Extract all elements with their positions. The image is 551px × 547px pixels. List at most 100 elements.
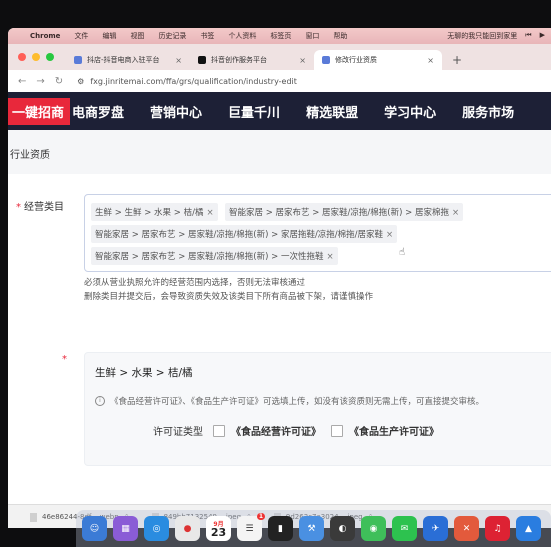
nav-item-learning[interactable]: 学习中心 — [384, 102, 436, 121]
qq-icon[interactable]: ◉ — [361, 516, 386, 541]
finder-icon[interactable]: ☺ — [82, 516, 107, 541]
site-nav: 一键招商 电商罗盘 营销中心 巨量千川 精选联盟 学习中心 服务市场 — [8, 92, 551, 130]
main-content: * 经营类目 生鲜 > 生鲜 > 水果 > 桔/橘 × 智能家居 > 居家布艺 > … — [8, 174, 551, 504]
category-note: 必须从营业执照允许的经营范围内选择，否则无法审核通过 — [84, 278, 306, 288]
qualification-category-title: 生鲜 > 水果 > 桔/橘 — [95, 367, 193, 379]
menu-help[interactable]: 帮助 — [333, 31, 347, 41]
category-tag: 智能家居 > 居家布艺 > 居家鞋/凉拖/棉拖(新) > 家居拖鞋/凉拖/棉拖/… — [91, 225, 398, 243]
now-playing-text: 无聊的我只能回到家里 — [447, 32, 518, 40]
checkbox[interactable] — [331, 424, 343, 437]
notification-badge: 1 — [256, 513, 265, 520]
close-tab-icon[interactable]: × — [299, 56, 306, 65]
media-prev-icon[interactable]: ⏮ — [525, 31, 531, 41]
close-tab-icon[interactable]: × — [427, 56, 434, 65]
doudian-favicon-icon — [74, 56, 82, 64]
reminders-icon[interactable]: ☰ 1 — [237, 513, 265, 541]
tab-title: 抖音创作服务平台 — [211, 56, 267, 64]
permit-option-business[interactable]: 《食品经营许可证》 — [213, 423, 321, 438]
required-marker: * — [62, 354, 67, 365]
permit-option-label: 《食品经营许可证》 — [231, 427, 321, 438]
netease-music-icon[interactable]: ♫ — [485, 516, 510, 541]
url-text: fxg.jinritemai.com/ffa/grs/qualification… — [90, 76, 297, 86]
calendar-icon[interactable]: 9月 23 — [206, 516, 231, 541]
menu-file[interactable]: 文件 — [74, 31, 88, 41]
reload-icon[interactable]: ↻ — [55, 76, 63, 87]
forward-icon[interactable]: → — [36, 76, 44, 87]
permit-type-row: 许可证类型 《食品经营许可证》 《食品生产许可证》 — [153, 423, 439, 438]
app-icon[interactable]: ✈ — [423, 516, 448, 541]
pointer-cursor-icon: ☝ — [399, 247, 406, 258]
browser-toolbar: ← → ↻ ⚙ fxg.jinritemai.com/ffa/grs/quali… — [8, 70, 551, 93]
menu-window[interactable]: 窗口 — [305, 31, 319, 41]
tab-strip: 抖店-抖音电商入驻平台 × 抖音创作服务平台 × 修改行业资质 × + — [8, 44, 551, 70]
close-tab-icon[interactable]: × — [175, 56, 182, 65]
info-icon: i — [95, 396, 105, 406]
qualification-panel: 生鲜 > 水果 > 桔/橘 i 《食品经营许可证》、《食品生产许可证》可选填上传… — [84, 352, 551, 466]
app-icon[interactable]: ▲ — [516, 516, 541, 541]
doudian-favicon-icon — [322, 56, 330, 64]
terminal-icon[interactable]: ▮ — [268, 516, 293, 541]
menu-tabs[interactable]: 标签页 — [270, 31, 291, 41]
site-info-icon[interactable]: ⚙ — [77, 77, 84, 86]
close-window-icon[interactable] — [18, 53, 26, 61]
tag-text: 生鲜 > 生鲜 > 水果 > 桔/橘 — [95, 208, 204, 218]
tab-title: 抖店-抖音电商入驻平台 — [87, 56, 160, 64]
remove-tag-icon[interactable]: × — [326, 252, 333, 262]
page-header: 行业资质 — [8, 130, 551, 175]
address-bar[interactable]: ⚙ fxg.jinritemai.com/ffa/grs/qualificati… — [77, 77, 297, 86]
remove-tag-icon[interactable]: × — [452, 208, 459, 218]
tag-text: 智能家居 > 居家布艺 > 居家鞋/凉拖/棉拖(新) > 家居拖鞋/凉拖/棉拖/… — [95, 230, 384, 240]
category-select[interactable]: 生鲜 > 生鲜 > 水果 > 桔/橘 × 智能家居 > 居家布艺 > 居家鞋/凉拖… — [84, 194, 551, 272]
menu-edit[interactable]: 编辑 — [102, 31, 116, 41]
minimize-window-icon[interactable] — [32, 53, 40, 61]
permit-type-label: 许可证类型 — [153, 427, 203, 438]
tab-industry-edit[interactable]: 修改行业资质 × — [314, 50, 442, 70]
app-icon[interactable]: ◐ — [330, 516, 355, 541]
permit-option-production[interactable]: 《食品生产许可证》 — [331, 423, 439, 438]
calendar-day: 23 — [210, 525, 227, 539]
browser-window: Chrome 文件 编辑 视图 历史记录 书签 个人资料 标签页 窗口 帮助 无… — [8, 28, 551, 528]
tag-text: 智能家居 > 居家布艺 > 居家鞋/凉拖/棉拖(新) > 一次性拖鞋 — [95, 252, 324, 262]
category-tag: 智能家居 > 居家布艺 > 居家鞋/凉拖/棉拖(新) > 一次性拖鞋 × — [91, 247, 338, 265]
wechat-icon[interactable]: ✉ — [392, 516, 417, 541]
chrome-icon[interactable]: ● — [175, 516, 200, 541]
nav-item-qianchuan[interactable]: 巨量千川 — [228, 102, 280, 121]
zoom-window-icon[interactable] — [46, 53, 54, 61]
window-controls — [18, 53, 54, 61]
nav-item-service-market[interactable]: 服务市场 — [462, 102, 514, 121]
tab-douyin-creator[interactable]: 抖音创作服务平台 × — [190, 50, 314, 70]
media-play-icon[interactable]: ▶ — [540, 31, 545, 41]
app-icon[interactable]: ✕ — [454, 516, 479, 541]
tab-doudian[interactable]: 抖店-抖音电商入驻平台 × — [66, 50, 190, 70]
tag-text: 智能家居 > 居家布艺 > 居家鞋/凉拖/棉拖(新) > 居家棉拖 — [229, 208, 449, 218]
nav-item-recruit[interactable]: 一键招商 — [8, 97, 71, 125]
menubar-status: 无聊的我只能回到家里 ⏮ ▶ — [447, 31, 545, 41]
menu-view[interactable]: 视图 — [130, 31, 144, 41]
new-tab-icon[interactable]: + — [452, 53, 462, 67]
category-tag: 智能家居 > 居家布艺 > 居家鞋/凉拖/棉拖(新) > 居家棉拖 × — [225, 203, 464, 221]
tab-title: 修改行业资质 — [335, 56, 377, 64]
mac-menubar: Chrome 文件 编辑 视图 历史记录 书签 个人资料 标签页 窗口 帮助 无… — [8, 28, 551, 44]
nav-item-compass[interactable]: 电商罗盘 — [72, 102, 124, 121]
xcode-icon[interactable]: ⚒ — [299, 516, 324, 541]
category-label-row: * 经营类目 — [16, 198, 64, 213]
menu-history[interactable]: 历史记录 — [158, 31, 186, 41]
launchpad-icon[interactable]: ▦ — [113, 516, 138, 541]
menubar-app-name[interactable]: Chrome — [30, 32, 60, 40]
nav-item-marketing[interactable]: 营销中心 — [150, 102, 202, 121]
nav-item-alliance[interactable]: 精选联盟 — [306, 102, 358, 121]
category-tag: 生鲜 > 生鲜 > 水果 > 桔/橘 × — [91, 203, 218, 221]
remove-tag-icon[interactable]: × — [206, 208, 213, 218]
remove-tag-icon[interactable]: × — [386, 230, 393, 240]
menu-profile[interactable]: 个人资料 — [228, 31, 256, 41]
checkbox[interactable] — [213, 424, 225, 437]
safari-icon[interactable]: ◎ — [144, 516, 169, 541]
page-title: 行业资质 — [10, 150, 50, 161]
mac-dock: ☺ ▦ ◎ ● 9月 23 ☰ 1 ▮ ⚒ ◐ ◉ ✉ ✈ ✕ ♫ ▲ — [76, 510, 551, 547]
permit-option-label: 《食品生产许可证》 — [349, 427, 439, 438]
menu-bookmarks[interactable]: 书签 — [200, 31, 214, 41]
qualification-info: i 《食品经营许可证》、《食品生产许可证》可选填上传，如没有该资质则无需上传，可… — [95, 395, 484, 407]
douyin-favicon-icon — [198, 56, 206, 64]
back-icon[interactable]: ← — [18, 76, 26, 87]
required-marker: * — [16, 202, 21, 213]
